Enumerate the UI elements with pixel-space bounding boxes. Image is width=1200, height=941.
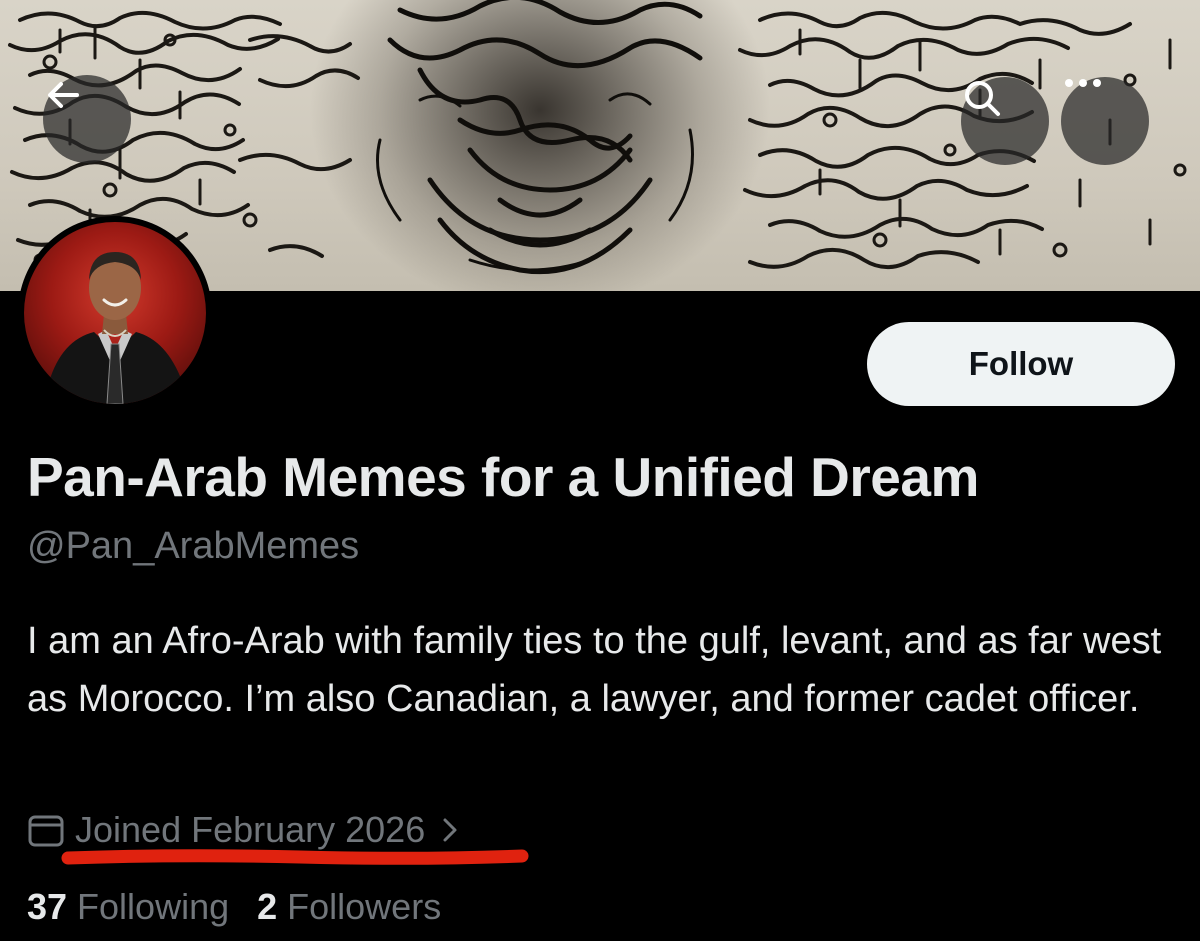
- red-underline-annotation: [61, 849, 529, 865]
- profile-display-name: Pan-Arab Memes for a Unified Dream: [27, 446, 979, 508]
- avatar-photo: [24, 222, 206, 404]
- following-count: 37: [27, 886, 68, 927]
- followers-link[interactable]: 2 Followers: [257, 886, 441, 928]
- arrow-left-icon: [48, 82, 79, 108]
- more-horizontal-icon: [1065, 79, 1101, 87]
- following-link[interactable]: 37 Following: [27, 886, 229, 928]
- joined-date-text: Joined February 2026: [75, 809, 426, 850]
- person-portrait-illustration: [44, 252, 189, 404]
- follow-stats: 37 Following 2 Followers: [27, 886, 469, 928]
- profile-avatar[interactable]: [18, 216, 212, 410]
- profile-handle: @Pan_ArabMemes: [27, 525, 360, 567]
- followers-count: 2: [257, 886, 278, 927]
- more-button[interactable]: [1061, 77, 1149, 165]
- joined-date-row[interactable]: Joined February 2026: [27, 806, 459, 854]
- following-label: Following: [77, 886, 230, 927]
- profile-bio: I am an Afro-Arab with family ties to th…: [27, 620, 1162, 720]
- followers-label: Followers: [287, 886, 442, 927]
- search-button[interactable]: [961, 77, 1049, 165]
- follow-button[interactable]: Follow: [867, 322, 1175, 406]
- chevron-right-icon: [441, 816, 459, 844]
- search-icon: [965, 81, 1000, 116]
- calendar-icon: [27, 811, 65, 849]
- back-button[interactable]: [43, 75, 131, 163]
